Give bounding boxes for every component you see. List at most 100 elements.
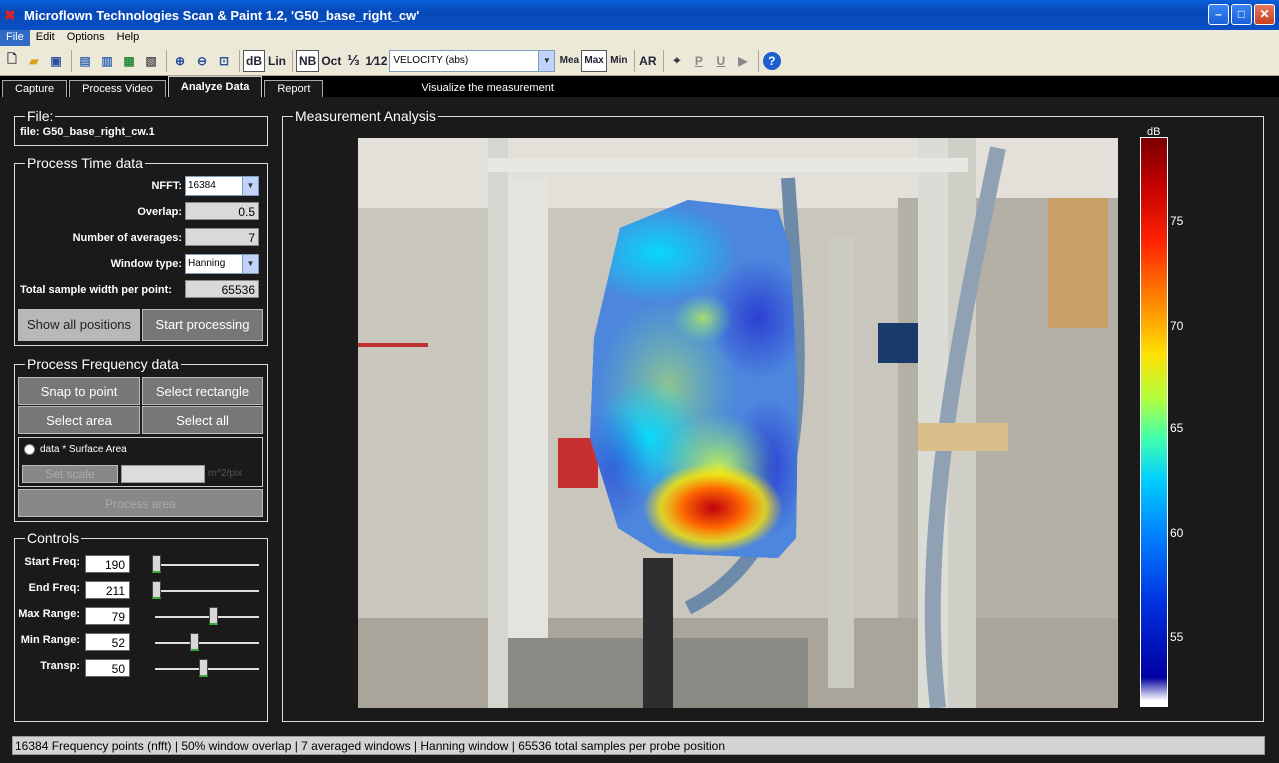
min-range-label: Min Range: <box>20 634 80 646</box>
colorbar-tick: 55 <box>1170 630 1184 644</box>
db-button[interactable]: dB <box>243 49 265 72</box>
file-name: file: G50_base_right_cw.1 <box>20 126 155 138</box>
sample-width-field[interactable]: 65536 <box>185 280 259 298</box>
help-button[interactable]: ? <box>762 50 782 72</box>
colorbar-tick: 65 <box>1170 421 1184 435</box>
averages-label: Number of averages: <box>72 232 182 244</box>
lin-button[interactable]: Lin <box>267 50 287 72</box>
window-type-label: Window type: <box>110 258 182 270</box>
transp-field[interactable]: 50 <box>85 659 130 677</box>
export-excel-icon[interactable]: ▦ <box>119 50 139 72</box>
start-freq-label: Start Freq: <box>24 556 80 568</box>
window-title: Microflown Technologies Scan & Paint 1.2… <box>24 7 420 23</box>
overlap-label: Overlap: <box>137 206 182 218</box>
max-range-slider[interactable] <box>155 616 259 618</box>
title-bar: ✖ Microflown Technologies Scan & Paint 1… <box>0 0 1279 30</box>
max-range-label: Max Range: <box>18 608 80 620</box>
max-button[interactable]: Max <box>581 49 607 72</box>
tab-row: Capture Process Video Analyze Data Repor… <box>0 76 1279 97</box>
nfft-select[interactable]: 16384 ▼ <box>185 176 259 196</box>
end-freq-slider-thumb[interactable] <box>152 581 161 599</box>
maximize-button[interactable]: □ <box>1231 4 1252 25</box>
close-button[interactable]: ✕ <box>1254 4 1275 25</box>
tab-report[interactable]: Report <box>264 80 324 97</box>
tab-process-video[interactable]: Process Video <box>69 80 166 97</box>
transp-slider-thumb[interactable] <box>199 659 209 677</box>
menu-options[interactable]: Options <box>61 30 111 46</box>
zoom-fit-icon[interactable]: ⊡ <box>214 50 234 72</box>
snap-to-point-button[interactable]: Snap to point <box>18 377 140 405</box>
scale-field[interactable] <box>121 465 205 483</box>
twelfth-oct-button[interactable]: 1⁄12 <box>365 50 387 72</box>
freq-legend: Process Frequency data <box>25 356 181 372</box>
surface-area-label: data * Surface Area <box>40 444 127 455</box>
surface-area-radio[interactable] <box>24 444 35 455</box>
status-bar: 16384 Frequency points (nfft) | 50% wind… <box>12 736 1265 755</box>
start-freq-slider-thumb[interactable] <box>152 555 161 573</box>
nb-button[interactable]: NB <box>296 49 320 72</box>
export-report-icon[interactable]: ▧ <box>141 50 161 72</box>
third-oct-button[interactable]: ⅓ <box>343 50 363 72</box>
tab-hint: Visualize the measurement <box>421 82 554 94</box>
chevron-down-icon: ▼ <box>242 177 258 195</box>
quantity-select[interactable]: VELOCITY (abs) ▼ <box>389 49 556 72</box>
controls-legend: Controls <box>25 530 82 546</box>
show-all-positions-button[interactable]: Show all positions <box>18 309 140 341</box>
menu-help[interactable]: Help <box>111 30 146 46</box>
quantity-value: VELOCITY (abs) <box>393 55 469 66</box>
play-icon[interactable]: ▶ <box>733 50 753 72</box>
averages-field[interactable]: 7 <box>185 228 259 246</box>
transp-label: Transp: <box>40 660 80 672</box>
mean-button[interactable]: Mea <box>559 50 579 72</box>
ar-button[interactable]: AR <box>638 50 658 72</box>
colorbar <box>1140 137 1168 707</box>
start-freq-field[interactable]: 190 <box>85 555 130 573</box>
sample-width-label: Total sample width per point: <box>20 284 172 296</box>
overlap-field[interactable]: 0.5 <box>185 202 259 220</box>
min-range-slider-thumb[interactable] <box>190 633 200 651</box>
zoom-in-icon[interactable]: ⊕ <box>170 50 190 72</box>
zoom-out-icon[interactable]: ⊖ <box>192 50 212 72</box>
tab-capture[interactable]: Capture <box>2 80 68 97</box>
select-all-button[interactable]: Select all <box>142 406 263 434</box>
open-folder-icon[interactable]: ▰ <box>24 50 44 72</box>
crosshair-icon[interactable]: ⌖ <box>667 50 687 72</box>
chevron-down-icon: ▼ <box>538 50 555 71</box>
menu-bar: File Edit Options Help <box>0 30 1279 46</box>
u-button[interactable]: U <box>711 50 731 72</box>
start-processing-button[interactable]: Start processing <box>142 309 263 341</box>
minimize-button[interactable]: – <box>1208 4 1229 25</box>
select-rectangle-button[interactable]: Select rectangle <box>142 377 263 405</box>
nfft-label: NFFT: <box>151 180 182 192</box>
max-range-slider-thumb[interactable] <box>208 607 218 625</box>
file-legend: File: <box>25 108 56 124</box>
new-file-icon[interactable]: 🗋 <box>2 50 22 72</box>
set-scale-button[interactable]: Set scale <box>22 465 118 483</box>
max-range-field[interactable]: 79 <box>85 607 130 625</box>
end-freq-field[interactable]: 211 <box>85 581 130 599</box>
window-type-select[interactable]: Hanning ▼ <box>185 254 259 274</box>
chevron-down-icon: ▼ <box>242 255 258 273</box>
menu-file[interactable]: File <box>0 30 30 46</box>
tab-analyze-data[interactable]: Analyze Data <box>167 76 263 97</box>
photo-overlay <box>358 138 1118 708</box>
nfft-value: 16384 <box>188 180 216 191</box>
oct-button[interactable]: Oct <box>321 50 341 72</box>
save-icon[interactable]: ▣ <box>46 50 66 72</box>
p-button[interactable]: P <box>689 50 709 72</box>
time-legend: Process Time data <box>25 155 145 171</box>
start-freq-slider[interactable] <box>155 564 259 566</box>
toolbar: 🗋 ▰ ▣ ▤ ▥ ▦ ▧ ⊕ ⊖ ⊡ dB Lin NB Oct ⅓ 1⁄12… <box>0 46 1279 76</box>
process-area-button[interactable]: Process area <box>18 489 263 517</box>
measurement-image[interactable] <box>358 138 1118 708</box>
min-range-field[interactable]: 52 <box>85 633 130 651</box>
min-range-slider[interactable] <box>155 642 259 644</box>
export-image-icon[interactable]: ▤ <box>75 50 95 72</box>
colorbar-tick: 70 <box>1170 319 1184 333</box>
end-freq-slider[interactable] <box>155 590 259 592</box>
export-doc-icon[interactable]: ▥ <box>97 50 117 72</box>
app-logo-icon: ✖ <box>4 7 16 23</box>
menu-edit[interactable]: Edit <box>30 30 61 46</box>
min-button[interactable]: Min <box>609 50 629 72</box>
select-area-button[interactable]: Select area <box>18 406 140 434</box>
